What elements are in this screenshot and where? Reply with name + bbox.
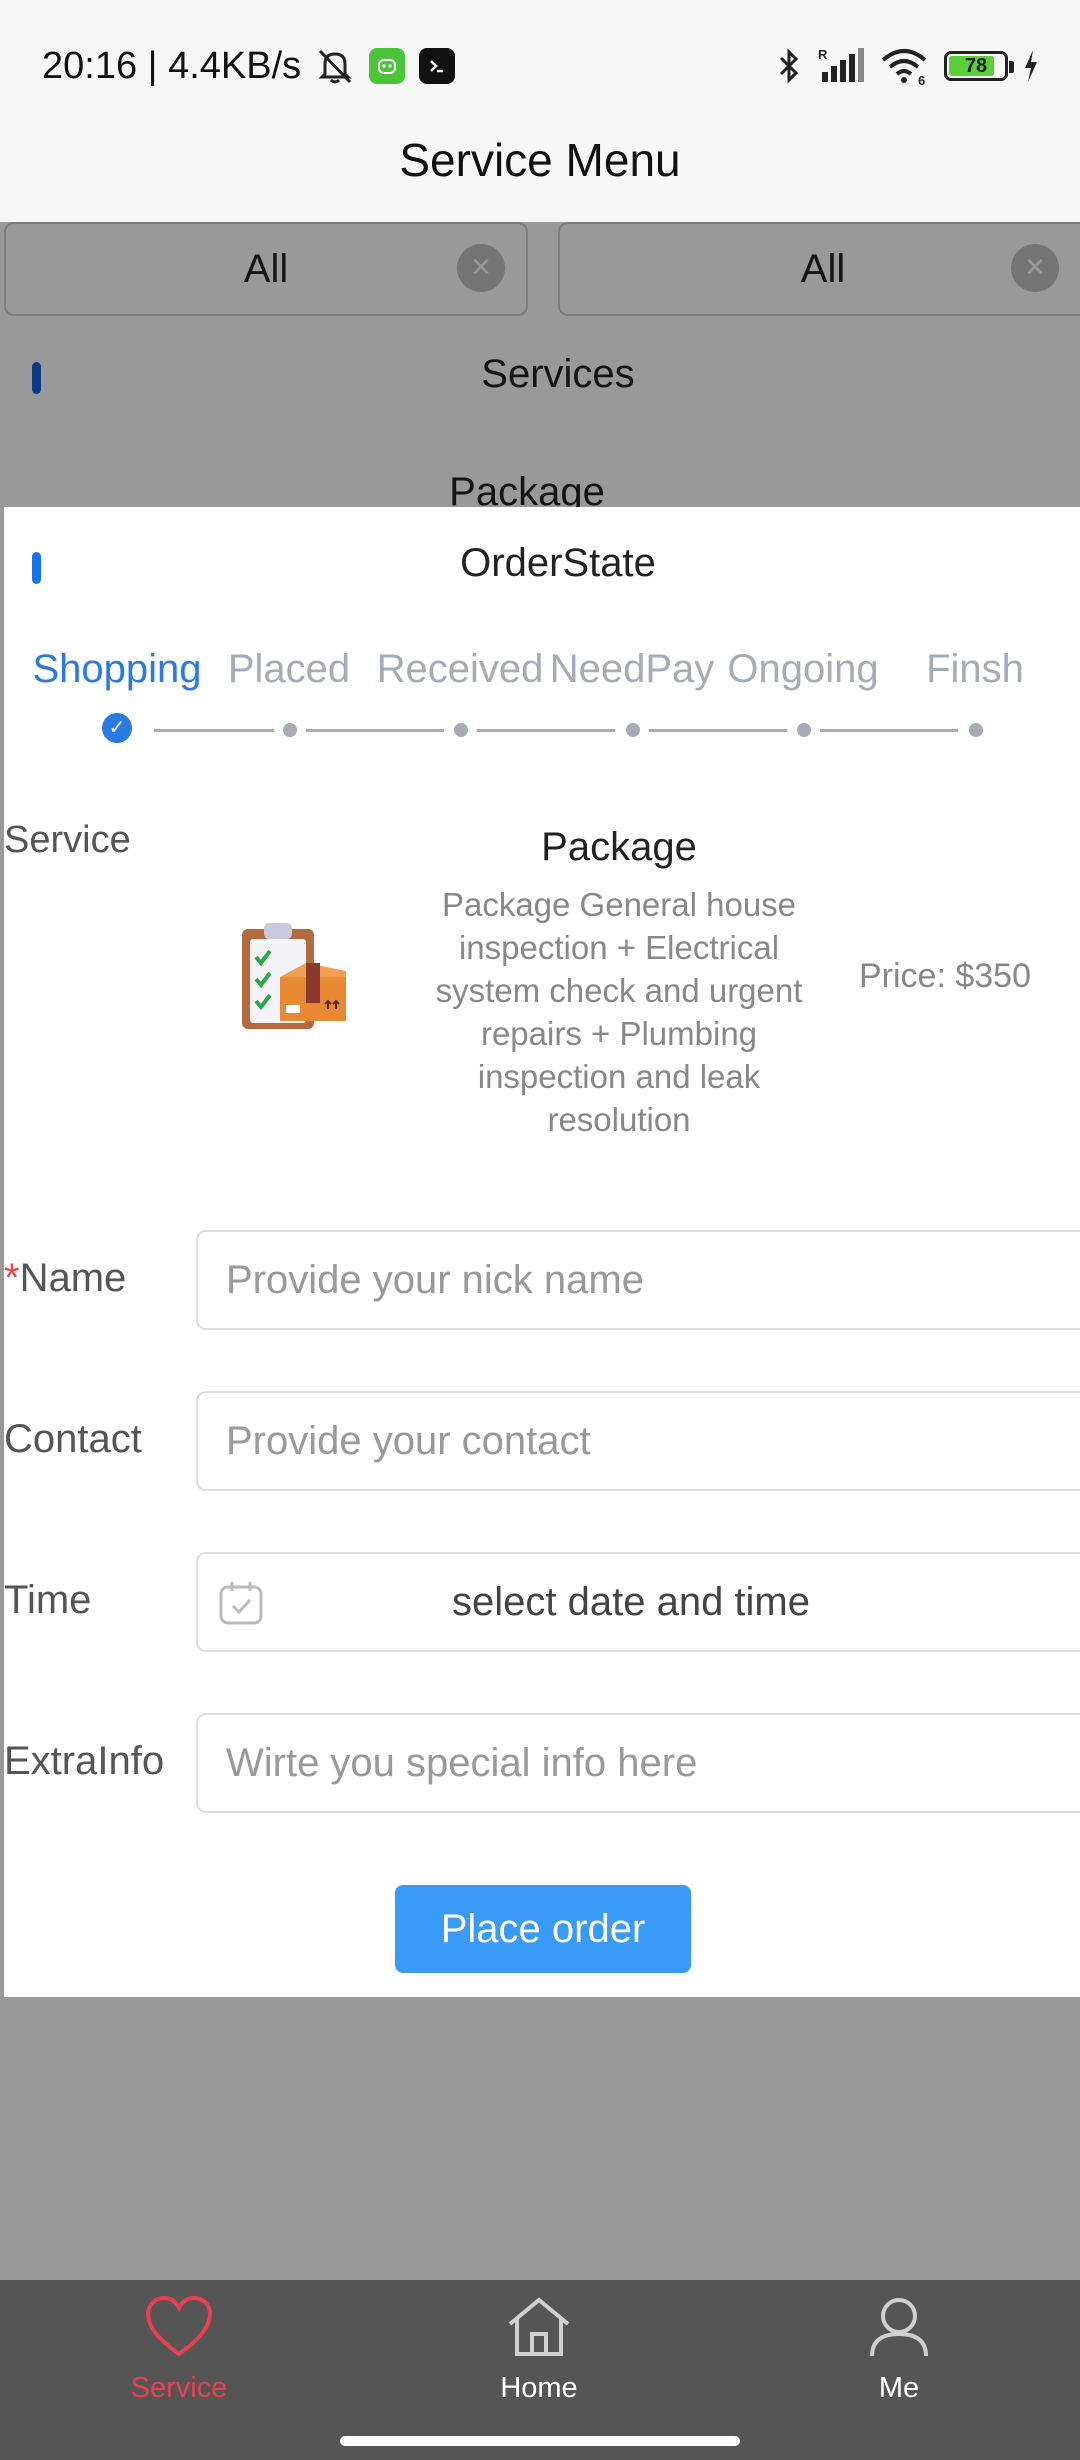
package-name: Package <box>541 825 697 869</box>
battery-indicator: 78 <box>944 51 1014 81</box>
bluetooth-icon <box>779 48 799 84</box>
package-description: Package General house inspection + Elect… <box>435 886 803 1138</box>
step-connector <box>154 729 274 732</box>
datetime-value: select date and time <box>452 1580 810 1624</box>
step-connector <box>649 729 787 732</box>
tab-me-label: Me <box>878 2372 920 2404</box>
app-header: Service Menu <box>0 130 1080 222</box>
step-connector <box>820 729 958 732</box>
status-left: 20:16 | 4.4KB/s <box>42 44 456 88</box>
step-dot <box>283 723 297 737</box>
tab-service[interactable]: Service <box>69 2294 289 2414</box>
step-dot <box>969 723 983 737</box>
package-price: Price: $350 <box>859 957 1031 995</box>
status-time-speed: 20:16 | 4.4KB/s <box>42 44 302 87</box>
battery-level: 78 <box>964 54 988 77</box>
service-summary: Service Package Package General house in… <box>4 807 1080 1167</box>
name-label: *Name <box>4 1256 126 1301</box>
contact-label: Contact <box>4 1417 142 1461</box>
app-notification-icon <box>369 48 406 84</box>
step-dot <box>797 723 811 737</box>
modal-title: OrderState <box>460 541 656 585</box>
extrainfo-input[interactable]: Wirte you special info here <box>196 1713 1080 1813</box>
extrainfo-label: ExtraInfo <box>4 1739 165 1783</box>
step-received: Received <box>376 647 544 691</box>
time-row: Time select date and time <box>4 1552 1080 1652</box>
order-steps: Shopping Placed Received NeedPay Ongoing… <box>4 647 1080 747</box>
name-input[interactable]: Provide your nick name <box>196 1230 1080 1330</box>
step-shopping: Shopping <box>32 647 202 691</box>
page-title: Service Menu <box>399 134 681 186</box>
tab-home[interactable]: Home <box>429 2294 649 2414</box>
wifi-badge: 6 <box>918 73 925 86</box>
tab-home-label: Home <box>500 2372 578 2404</box>
step-check-icon: ✓ <box>102 713 132 743</box>
tab-me[interactable]: Me <box>789 2294 1009 2414</box>
home-icon <box>508 2297 570 2356</box>
step-dot <box>626 723 640 737</box>
status-right: R 6 78 <box>776 44 1040 88</box>
extrainfo-row: ExtraInfo Wirte you special info here <box>4 1713 1080 1813</box>
mute-bell-icon <box>318 49 352 84</box>
terminal-app-icon <box>419 48 456 84</box>
signal-r-badge: R <box>818 47 828 62</box>
order-modal: OrderState Shopping Placed Received Need… <box>4 507 1080 1997</box>
step-finsh: Finsh <box>926 647 1024 691</box>
tab-service-label: Service <box>130 2372 228 2404</box>
service-label: Service <box>4 819 131 861</box>
step-needpay: NeedPay <box>549 647 715 691</box>
bottom-tab-bar: Service Home Me <box>0 2280 1080 2460</box>
home-indicator <box>340 2436 740 2446</box>
contact-input[interactable]: Provide your contact <box>196 1391 1080 1491</box>
datetime-picker[interactable]: select date and time <box>196 1552 1080 1652</box>
place-order-button[interactable]: Place order <box>395 1885 691 1973</box>
step-connector <box>477 729 615 732</box>
step-placed: Placed <box>227 647 351 691</box>
time-label: Time <box>4 1578 92 1622</box>
package-clipboard-icon <box>242 923 346 1029</box>
required-mark: * <box>4 1256 20 1300</box>
step-connector <box>306 729 444 732</box>
contact-row: Contact Provide your contact <box>4 1391 1080 1491</box>
status-bar: 20:16 | 4.4KB/s R 6 78 <box>0 0 1080 130</box>
person-icon <box>870 2298 928 2357</box>
cellular-signal-icon: R <box>818 47 864 82</box>
name-label-text: Name <box>19 1256 127 1300</box>
wifi-icon: 6 <box>881 49 927 86</box>
step-dot <box>454 723 468 737</box>
charging-bolt-icon <box>1025 50 1037 82</box>
calendar-icon <box>219 1582 263 1625</box>
step-ongoing: Ongoing <box>727 647 879 691</box>
name-row: *Name Provide your nick name <box>4 1230 1080 1330</box>
heart-icon <box>145 2295 213 2357</box>
